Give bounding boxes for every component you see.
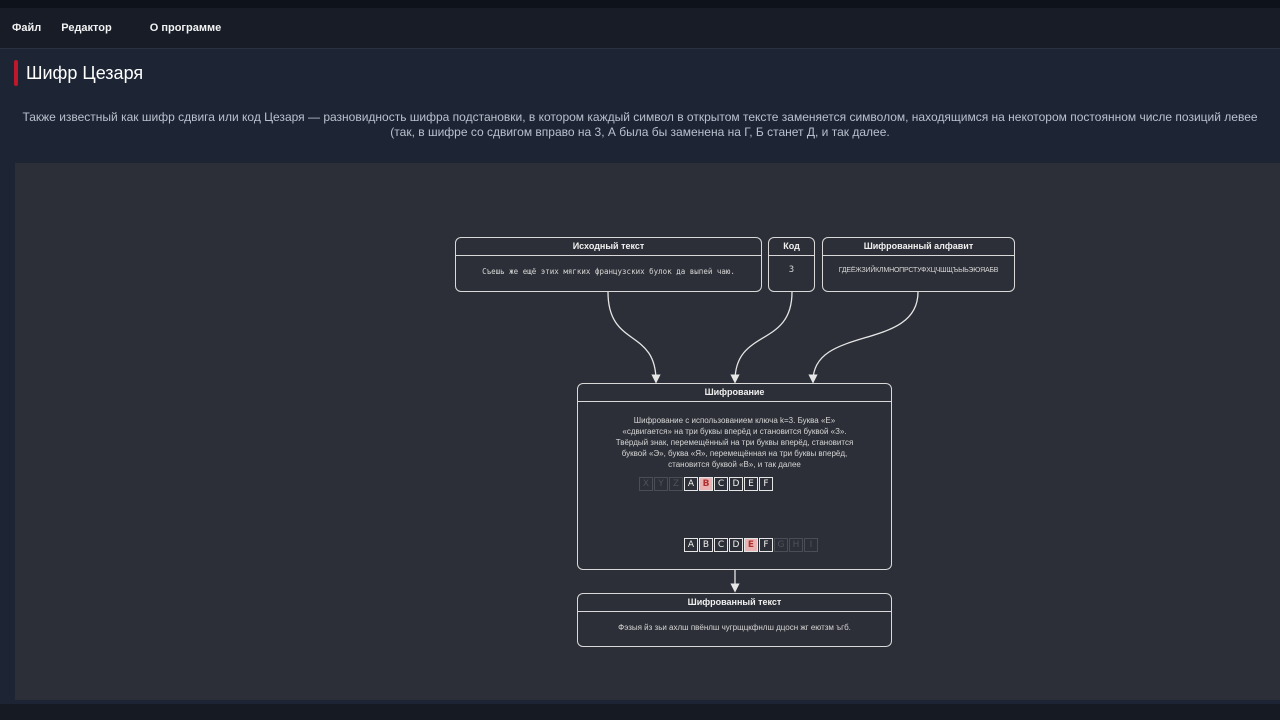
menu-about[interactable]: О программе [142, 18, 230, 38]
window-top-strip [0, 0, 1280, 8]
letter-cell-x: X [639, 477, 653, 491]
cipher-text-node[interactable]: Шифрованный текст Фэзыя йз зьи ахлш пвён… [577, 593, 892, 647]
encryption-text-line: Твёрдый знак, перемещённый на три буквы … [615, 438, 854, 447]
page-header: Шифр Цезаря [14, 60, 143, 86]
menu-file[interactable]: Файл [4, 18, 49, 38]
letter-cell-a: A [684, 538, 698, 552]
description-line-1: Также известный как шифр сдвига или код … [22, 110, 1258, 124]
cipher-alphabet-value: ГДЕЁЖЗИЙКЛМНОПРСТУФХЦЧШЩЪЫЬЭЮЯАБВ [838, 267, 999, 274]
menu-editor[interactable]: Редактор [53, 18, 119, 38]
window-bottom-strip [0, 704, 1280, 720]
page-description: Также известный как шифр сдвига или код … [0, 110, 1280, 140]
encryption-text-line: становится буквой «В», и так далее [668, 460, 801, 469]
connector-alphabet-to-encryption [808, 291, 919, 384]
letter-cell-b: B [699, 477, 713, 491]
letter-cell-b: B [699, 538, 713, 552]
letter-cell-c: C [714, 538, 728, 552]
cipher-text-value: Фэзыя йз зьи ахлш пвёнлш чугрщцкфнлш дцо… [618, 623, 851, 632]
encryption-text-line: Шифрование с использованием ключа k=3. Б… [633, 416, 836, 425]
description-line-2: (так, в шифре со сдвигом вправо на 3, А … [390, 125, 890, 139]
cipher-text-header: Шифрованный текст [578, 594, 891, 612]
cipher-alphabet-header: Шифрованный алфавит [823, 238, 1014, 256]
menu-bar: Файл Редактор О программе [0, 8, 1280, 49]
letter-cell-h: H [789, 538, 803, 552]
letter-cell-a: A [684, 477, 698, 491]
key-node[interactable]: Код 3 [768, 237, 815, 292]
source-text-node[interactable]: Исходный текст Съешь же ещё этих мягких … [455, 237, 762, 292]
letter-cell-e: E [744, 477, 758, 491]
connector-source-to-encryption [607, 291, 661, 384]
key-header: Код [769, 238, 814, 256]
diagram-canvas[interactable]: Исходный текст Съешь же ещё этих мягких … [15, 163, 1280, 700]
cipher-alphabet-node[interactable]: Шифрованный алфавит ГДЕЁЖЗИЙКЛМНОПРСТУФХ… [822, 237, 1015, 292]
source-text-header: Исходный текст [456, 238, 761, 256]
letter-cell-d: D [729, 538, 743, 552]
page-title: Шифр Цезаря [26, 62, 144, 83]
encryption-text-line: буквой «Э», буква «Я», перемещённая на т… [621, 449, 848, 458]
letter-cell-z: Z [669, 477, 683, 491]
letter-cell-c: C [714, 477, 728, 491]
key-value: 3 [788, 265, 795, 275]
letter-cell-f: F [759, 538, 773, 552]
letter-cell-g: G [774, 538, 788, 552]
encryption-header: Шифрование [578, 384, 891, 402]
source-text-value: Съешь же ещё этих мягких французских бул… [482, 267, 735, 276]
letter-cell-y: Y [654, 477, 668, 491]
letter-cell-f: F [759, 477, 773, 491]
letter-cell-i: I [804, 538, 818, 552]
encryption-text-line: «сдвигается» на три буквы вперёд и стано… [622, 427, 847, 436]
encryption-description: Шифрование с использованием ключа k=3. Б… [578, 402, 891, 470]
title-accent-bar [14, 60, 18, 86]
connector-key-to-encryption [730, 291, 793, 384]
letter-cell-d: D [729, 477, 743, 491]
letter-cell-e: E [744, 538, 758, 552]
